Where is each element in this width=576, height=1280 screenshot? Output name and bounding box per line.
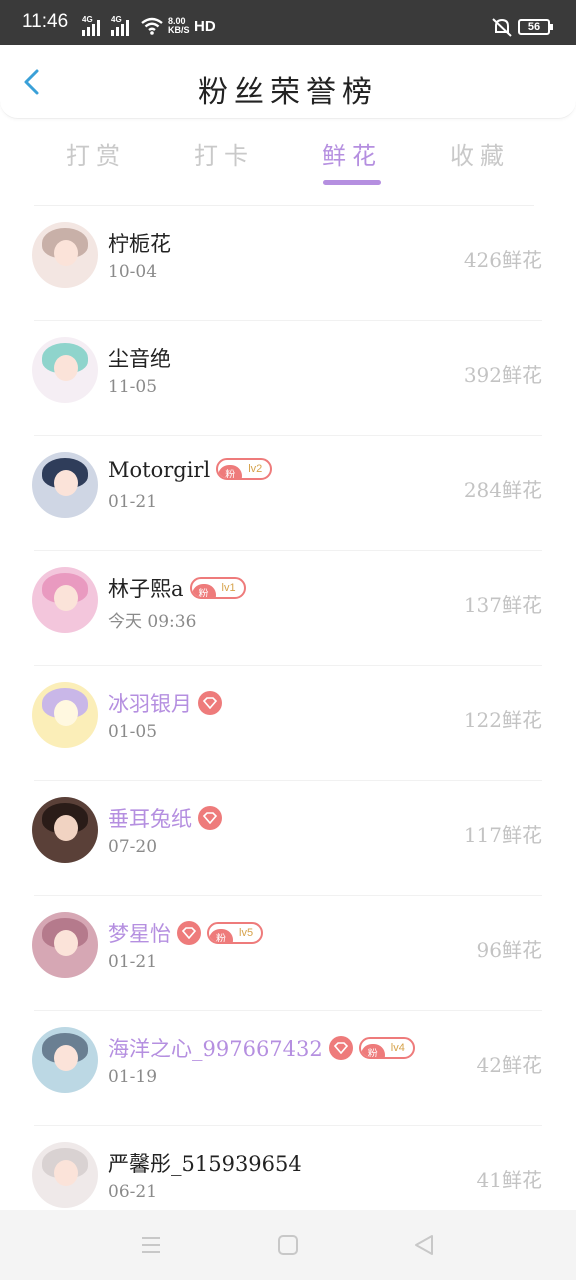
avatar[interactable]: [32, 912, 98, 978]
diamond-icon: [177, 920, 201, 945]
menu-icon[interactable]: [138, 1232, 164, 1258]
active-tab-indicator: [323, 180, 381, 185]
list-item[interactable]: 林子熙a 粉lv1 今天 09:36 137鲜花: [0, 551, 576, 666]
wifi-icon: [141, 17, 163, 35]
list-item[interactable]: Motorgirl 粉lv2 01-21 284鲜花: [0, 436, 576, 551]
tab-reward[interactable]: 打赏: [56, 136, 136, 171]
flower-count: 426鲜花: [463, 248, 542, 272]
battery-indicator: 56: [518, 19, 553, 35]
tab-checkin[interactable]: 打卡: [184, 136, 264, 171]
user-date: 01-21: [108, 492, 158, 512]
list-item[interactable]: 垂耳兔纸 07-20 117鲜花: [0, 781, 576, 896]
mute-bell-icon: [492, 18, 512, 37]
flower-count: 42鲜花: [476, 1053, 542, 1077]
avatar[interactable]: [32, 337, 98, 403]
status-time: 11:46: [22, 11, 69, 32]
user-name: 梦星怡 粉lv5: [108, 918, 264, 948]
avatar[interactable]: [32, 452, 98, 518]
signal-bars-icon-2: [111, 20, 133, 36]
user-name: 尘音绝: [108, 347, 171, 371]
tab-bar: 打赏 打卡 鲜花 收藏: [0, 130, 576, 190]
flower-count: 117鲜花: [463, 823, 542, 847]
flower-count: 392鲜花: [463, 363, 542, 387]
user-date: 01-21: [108, 952, 158, 972]
diamond-icon: [198, 805, 222, 830]
user-name: 海洋之心_997667432 粉lv4: [108, 1033, 415, 1063]
app-header: 粉丝荣誉榜: [0, 45, 576, 119]
user-name: 垂耳兔纸: [108, 803, 222, 833]
home-icon[interactable]: [275, 1232, 301, 1258]
user-name: 冰羽银月: [108, 688, 222, 718]
hd-indicator: HD: [194, 18, 216, 35]
network-speed: 8.00 KB/S: [168, 16, 190, 35]
user-date: 今天 09:36: [108, 612, 197, 632]
list-item[interactable]: 柠栀花 10-04 426鲜花: [0, 206, 576, 321]
user-name: 柠栀花: [108, 232, 171, 256]
user-date: 07-20: [108, 837, 158, 857]
user-date: 06-21: [108, 1182, 158, 1202]
user-name: 严馨彤_515939654: [108, 1152, 302, 1176]
fan-level-badge: 粉lv5: [207, 921, 264, 944]
fan-level-badge: 粉lv4: [358, 1036, 415, 1059]
signal-bars-icon: [82, 20, 104, 36]
tab-flowers[interactable]: 鲜花: [312, 136, 392, 171]
list-item[interactable]: 冰羽银月 01-05 122鲜花: [0, 666, 576, 781]
avatar[interactable]: [32, 567, 98, 633]
flower-count: 137鲜花: [463, 593, 542, 617]
back-triangle-icon[interactable]: [411, 1232, 437, 1258]
tab-collect[interactable]: 收藏: [440, 136, 520, 171]
flower-count: 96鲜花: [476, 938, 542, 962]
flower-count: 122鲜花: [463, 708, 542, 732]
fan-level-badge: 粉lv2: [216, 457, 273, 480]
user-date: 01-19: [108, 1067, 158, 1087]
user-date: 01-05: [108, 722, 158, 742]
avatar[interactable]: [32, 222, 98, 288]
user-date: 11-05: [108, 377, 158, 397]
list-item[interactable]: 海洋之心_997667432 粉lv4 01-19 42鲜花: [0, 1011, 576, 1126]
user-name: 林子熙a 粉lv1: [108, 573, 246, 603]
system-navigation-bar: [0, 1210, 576, 1280]
avatar[interactable]: [32, 1027, 98, 1093]
page-title: 粉丝荣誉榜: [198, 75, 378, 110]
list-item[interactable]: 梦星怡 粉lv5 01-21 96鲜花: [0, 896, 576, 1011]
avatar[interactable]: [32, 797, 98, 863]
diamond-icon: [198, 690, 222, 715]
list-item[interactable]: 尘音绝 11-05 392鲜花: [0, 321, 576, 436]
avatar[interactable]: [32, 682, 98, 748]
status-bar: 11:46 4G 4G 8.00 KB/S HD 56: [0, 0, 576, 45]
user-name: Motorgirl 粉lv2: [108, 457, 273, 483]
fan-level-badge: 粉lv1: [189, 576, 246, 599]
avatar[interactable]: [32, 1142, 98, 1208]
flower-count: 284鲜花: [463, 478, 542, 502]
user-date: 10-04: [108, 262, 158, 282]
diamond-icon: [328, 1035, 353, 1060]
flower-count: 41鲜花: [476, 1168, 542, 1192]
